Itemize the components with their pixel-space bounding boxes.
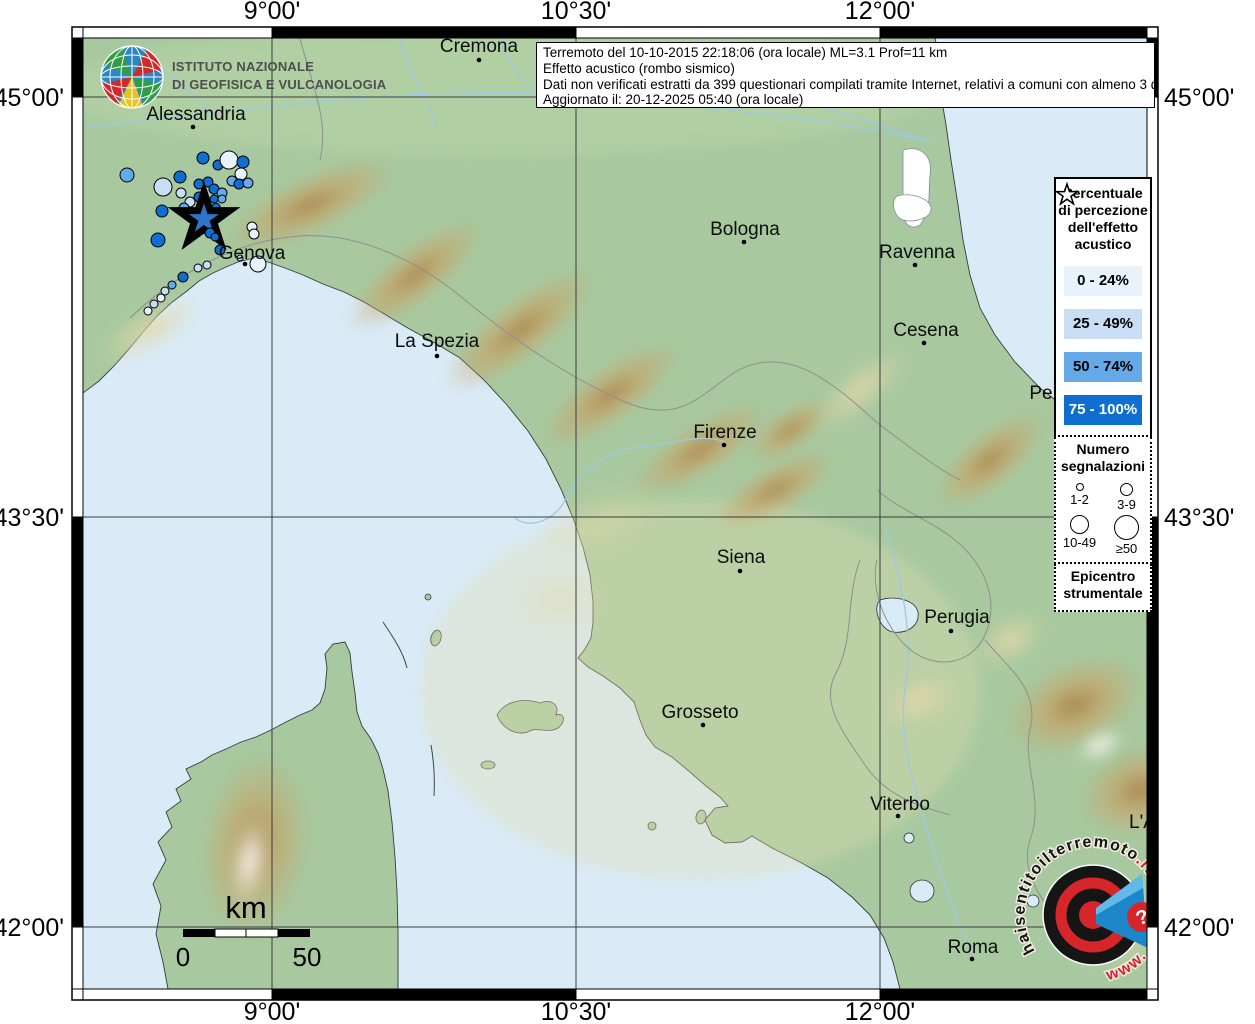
city-label: Cremona <box>440 36 519 57</box>
count-circle-icon <box>1120 483 1133 496</box>
city-dot <box>913 263 918 268</box>
city-label: Cesena <box>893 320 959 341</box>
axis-label: 43°30' <box>0 504 64 532</box>
observation-circle <box>237 156 249 168</box>
observation-circle <box>234 179 244 189</box>
city-dot <box>922 341 927 346</box>
axis-label: 43°30' <box>1164 504 1234 532</box>
city-dot <box>435 354 440 359</box>
count-circle-icon <box>1114 515 1139 540</box>
observation-circle <box>178 272 188 282</box>
observation-circle <box>176 188 186 198</box>
event-title-line: Terremoto del 10-10-2015 22:18:06 (ora l… <box>543 45 1148 61</box>
observation-circle <box>150 300 158 308</box>
city-label: Roma <box>948 937 999 958</box>
legend-count-item: ≥50 <box>1103 512 1150 556</box>
scale-bar-unit: km <box>225 890 266 925</box>
observation-circle <box>197 152 209 164</box>
city-dot <box>191 125 196 130</box>
ingv-wordmark-line2: DI GEOFISICA E VULCANOLOGIA <box>172 76 386 94</box>
observation-circle <box>157 294 165 302</box>
observation-circle <box>151 233 165 247</box>
ingv-logo-globe <box>101 46 163 109</box>
event-effect-line: Effetto acustico (rombo sismico) <box>543 61 1148 77</box>
axis-label: 12°00' <box>845 998 915 1024</box>
event-updated-line: Aggiornato il: 20-12-2025 05:40 (ora loc… <box>543 92 1148 108</box>
count-circle-icon <box>1076 483 1084 491</box>
observation-circle <box>120 168 134 182</box>
legend-count-title: Numero segnalazioni <box>1056 441 1150 475</box>
axis-label: 45°00' <box>1164 84 1234 112</box>
legend-epicenter-title: Epicentro strumentale <box>1056 568 1150 602</box>
city-label: Bologna <box>710 219 780 240</box>
observation-circle <box>218 195 226 203</box>
observation-circle <box>235 168 247 180</box>
count-label: 3-9 <box>1103 497 1150 512</box>
city-label: Pe <box>1029 383 1052 404</box>
city-dot <box>722 443 727 448</box>
city-dot <box>738 569 743 574</box>
legend-class-p2: 25 - 49% <box>1064 309 1142 339</box>
count-label: 1-2 <box>1056 492 1103 507</box>
city-label: Alessandria <box>146 104 246 125</box>
legend-percent-section: Percentuale di percezione dell'effetto a… <box>1054 177 1152 437</box>
observation-circle <box>174 171 186 183</box>
observation-circle <box>203 261 211 269</box>
observation-circle <box>243 178 253 188</box>
legend-count-grid: 1-23-9 10-49≥50 <box>1056 480 1150 556</box>
axis-label: 42°00' <box>0 914 64 942</box>
event-title-box: Terremoto del 10-10-2015 22:18:06 (ora l… <box>536 42 1155 108</box>
event-data-line: Dati non verificati estratti da 399 ques… <box>543 77 1148 93</box>
city-label: Viterbo <box>870 794 930 815</box>
legend-class-p1: 0 - 24% <box>1064 266 1142 296</box>
legend-count-item: 1-2 <box>1056 480 1103 512</box>
ingv-wordmark-line1: ISTITUTO NAZIONALE <box>172 58 386 76</box>
city-label: Siena <box>717 547 766 568</box>
scale-bar-end: 50 <box>293 942 322 972</box>
legend-class-p4: 75 - 100% <box>1064 395 1142 425</box>
count-label: 10-49 <box>1056 535 1103 550</box>
count-circle-icon <box>1070 515 1089 534</box>
city-label: La Spezia <box>395 331 480 352</box>
city-dot <box>949 629 954 634</box>
observation-circle <box>168 281 176 289</box>
axis-label: 12°00' <box>845 0 915 25</box>
observation-circle <box>210 195 218 203</box>
city-label: Grosseto <box>661 702 738 723</box>
axis-label: 10°30' <box>541 0 611 25</box>
observation-circle <box>144 307 152 315</box>
observation-circle <box>194 264 202 272</box>
city-dot <box>477 58 482 63</box>
city-label: Ravenna <box>879 242 955 263</box>
axis-label: 10°30' <box>541 998 611 1024</box>
count-label: ≥50 <box>1103 541 1150 556</box>
legend-classes: 0 - 24% 25 - 49% 50 - 74% 75 - 100% <box>1056 266 1150 425</box>
city-label: Perugia <box>924 607 990 628</box>
observation-circle <box>249 229 259 239</box>
observation-circle <box>154 178 172 196</box>
city-dot <box>701 723 706 728</box>
axis-label: 42°00' <box>1164 914 1234 942</box>
scale-bar-start: 0 <box>176 942 190 972</box>
observation-circle <box>220 151 238 169</box>
axis-label: 9°00' <box>244 0 300 25</box>
observation-circle <box>211 233 219 241</box>
map-content: Cremona Alessandria Genova La Spezia Bologna… <box>60 25 1216 989</box>
epicenter-star-icon <box>1054 181 1080 207</box>
city-dot <box>742 240 747 245</box>
city-label: Firenze <box>693 422 756 443</box>
axis-label: 9°00' <box>244 998 300 1024</box>
legend-class-p3: 50 - 74% <box>1064 352 1142 382</box>
axis-label: 45°00' <box>0 84 64 112</box>
legend-count-item: 3-9 <box>1103 480 1150 512</box>
city-label: Genova <box>219 243 286 264</box>
legend: Percentuale di percezione dell'effetto a… <box>1054 177 1152 612</box>
earthquake-map-page: Cremona Alessandria Genova La Spezia Bologna… <box>0 0 1255 1024</box>
observation-circle <box>156 205 168 217</box>
legend-epicenter-section: Epicentro strumentale <box>1054 564 1152 612</box>
ingv-wordmark: ISTITUTO NAZIONALE DI GEOFISICA E VULCAN… <box>172 58 386 94</box>
legend-count-item: 10-49 <box>1056 512 1103 556</box>
legend-count-section: Numero segnalazioni 1-23-9 10-49≥50 <box>1054 437 1152 564</box>
